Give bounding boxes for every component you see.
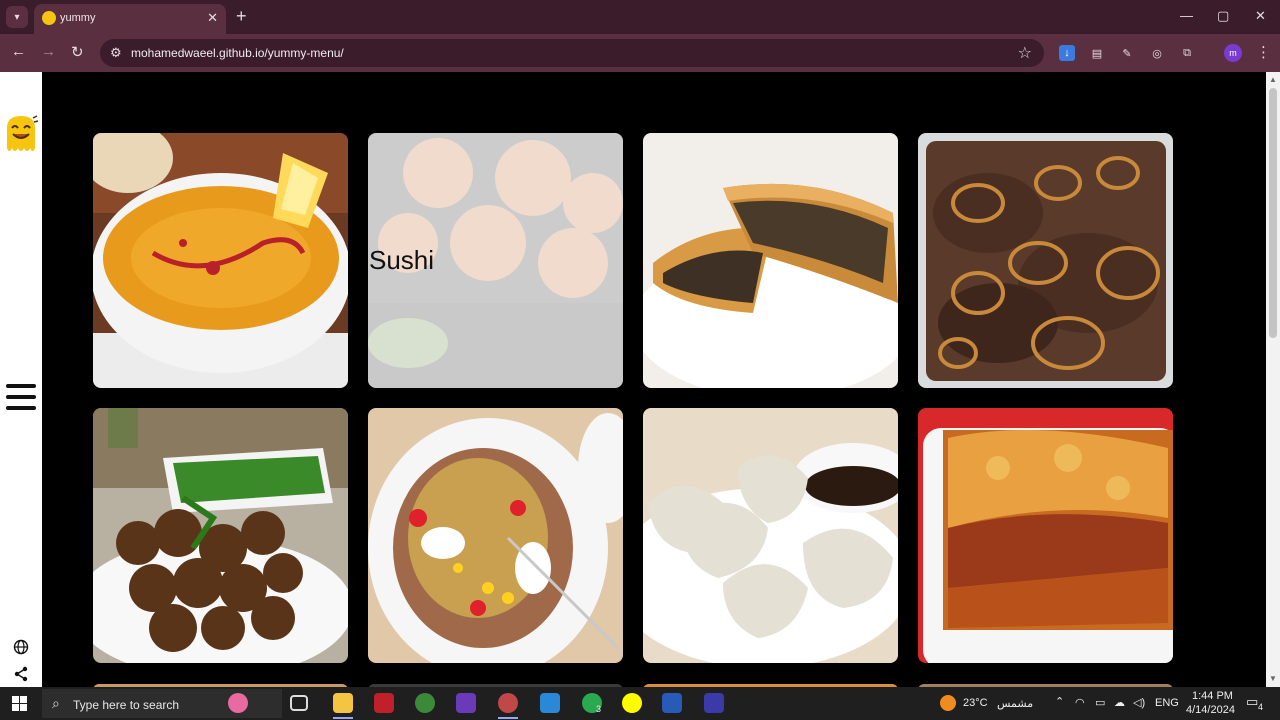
maximize-icon[interactable]: ▢ <box>1217 8 1229 24</box>
windows-start-icon[interactable] <box>12 696 27 711</box>
meal-card-lasagna[interactable] <box>918 408 1173 663</box>
stuffed-potato-image <box>368 408 623 663</box>
weather-temperature[interactable]: 23°C <box>963 697 988 709</box>
browser-tabstrip: ▾ yummy ✕ + — ▢ ✕ <box>0 0 1280 34</box>
profile-avatar[interactable]: m <box>1224 44 1242 62</box>
meal-overlay[interactable]: Sushi <box>368 133 623 388</box>
soup-image <box>93 133 348 388</box>
forward-icon[interactable]: → <box>41 43 56 60</box>
meat-pie-image <box>643 133 898 388</box>
download-extension-icon[interactable]: ↓ <box>1059 45 1075 61</box>
globe-icon[interactable] <box>13 639 29 655</box>
taskbar-search-placeholder: Type here to search <box>73 698 180 712</box>
scroll-up-icon[interactable]: ▲ <box>1269 75 1277 84</box>
battery-icon[interactable]: ▭ <box>1095 696 1105 709</box>
close-window-icon[interactable]: ✕ <box>1255 8 1266 24</box>
windows-taskbar: ⌕ Type here to search 3 23°C مشمس ⌃ ◠ ▭ … <box>0 687 1280 720</box>
extensions-puzzle-icon[interactable]: ⧉ <box>1179 45 1195 61</box>
search-icon: ⌕ <box>52 695 60 711</box>
tray-chevron-icon[interactable]: ⌃ <box>1055 695 1064 708</box>
meal-card-dumplings[interactable] <box>643 408 898 663</box>
tab-favicon <box>42 11 56 25</box>
liver-onions-image <box>918 133 1173 388</box>
scroll-thumb[interactable] <box>1269 88 1277 338</box>
browser-tab[interactable]: yummy ✕ <box>34 4 226 34</box>
volume-icon[interactable]: ◁) <box>1133 696 1145 709</box>
dumplings-image <box>643 408 898 663</box>
minimize-icon[interactable]: — <box>1180 8 1193 23</box>
vscode-icon[interactable] <box>540 693 560 713</box>
chrome-active-indicator <box>498 717 518 719</box>
whatsapp-badge: 3 <box>596 704 602 714</box>
tab-title: yummy <box>60 12 96 24</box>
language-indicator[interactable]: ENG <box>1155 697 1179 709</box>
screen-recorder-icon[interactable] <box>374 693 394 713</box>
cloud-icon[interactable]: ☁ <box>1114 696 1125 709</box>
meal-grid: Sushi <box>42 72 1266 687</box>
snapchat-icon[interactable] <box>622 693 642 713</box>
search-highlight-icon[interactable] <box>228 693 248 713</box>
weather-sun-icon[interactable] <box>940 695 956 711</box>
visual-studio-icon[interactable] <box>456 693 476 713</box>
smiley-logo <box>7 115 39 151</box>
clock-time[interactable]: 1:44 PM <box>1192 690 1233 702</box>
tab-search-icon[interactable]: ▾ <box>6 6 28 28</box>
weather-description[interactable]: مشمس <box>997 697 1033 710</box>
browser-toolbar: ← → ↻ ⚙ mohamedwaeel.github.io/yummy-men… <box>0 34 1280 72</box>
meal-card-sushi[interactable]: Sushi <box>368 133 623 388</box>
chrome-profile-icon[interactable] <box>498 693 518 713</box>
chrome-icon[interactable] <box>415 693 435 713</box>
wifi-icon[interactable]: ◠ <box>1075 696 1085 709</box>
back-icon[interactable]: ← <box>11 43 26 60</box>
file-explorer-icon[interactable] <box>333 693 353 713</box>
hamburger-icon[interactable] <box>6 384 36 412</box>
sidebar <box>0 72 42 687</box>
reload-icon[interactable]: ↻ <box>71 43 84 61</box>
meal-card-stuffed-potato[interactable] <box>368 408 623 663</box>
falafel-image <box>93 408 348 663</box>
page-scrollbar[interactable]: ▲ ▼ <box>1266 72 1280 687</box>
task-view-icon[interactable] <box>290 695 308 711</box>
eyedropper-extension-icon[interactable]: ✎ <box>1119 45 1135 61</box>
meal-title: Sushi <box>369 245 435 275</box>
meal-card-falafel[interactable] <box>93 408 348 663</box>
share-icon[interactable] <box>13 666 29 682</box>
browser-menu-icon[interactable]: ⋮ <box>1256 43 1271 61</box>
close-tab-icon[interactable]: ✕ <box>207 10 218 26</box>
address-bar[interactable]: ⚙ mohamedwaeel.github.io/yummy-menu/ ☆ <box>100 39 1044 67</box>
notification-icon[interactable]: ▭ <box>1246 694 1258 710</box>
compass-extension-icon[interactable]: ◎ <box>1149 45 1165 61</box>
scroll-down-icon[interactable]: ▼ <box>1269 674 1277 683</box>
site-info-icon[interactable]: ⚙ <box>110 45 122 61</box>
file-explorer-active-indicator <box>333 717 353 719</box>
meal-card-meat-pie[interactable] <box>643 133 898 388</box>
new-tab-button[interactable]: + <box>236 6 247 26</box>
snipping-tool-icon[interactable] <box>704 693 724 713</box>
meal-card-soup[interactable] <box>93 133 348 388</box>
word-icon[interactable] <box>662 693 682 713</box>
reader-extension-icon[interactable]: ▤ <box>1089 45 1105 61</box>
clock-date[interactable]: 4/14/2024 <box>1186 704 1235 716</box>
notification-count: 4 <box>1258 702 1264 712</box>
meal-card-liver-onions[interactable] <box>918 133 1173 388</box>
address-url[interactable]: mohamedwaeel.github.io/yummy-menu/ <box>131 46 344 60</box>
lasagna-image <box>918 408 1173 663</box>
bookmark-star-icon[interactable]: ☆ <box>1018 43 1032 63</box>
